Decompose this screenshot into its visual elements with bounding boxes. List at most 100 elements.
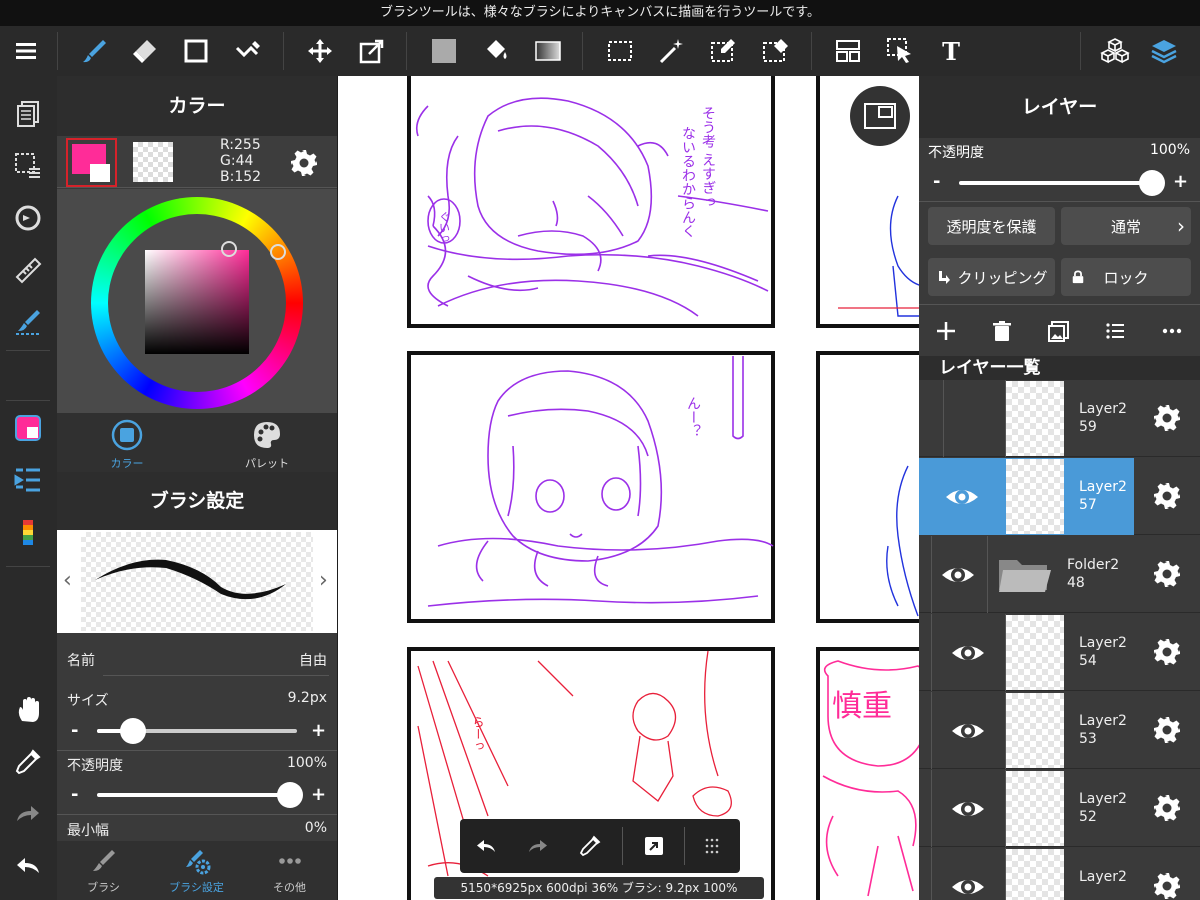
eye-icon[interactable] [943, 478, 981, 516]
hue-wheel[interactable] [91, 197, 303, 409]
3d-material-icon[interactable] [1095, 31, 1135, 71]
layer-opacity-minus[interactable]: - [933, 171, 940, 192]
more-options-icon[interactable] [1152, 313, 1192, 349]
bucket-tool-icon[interactable] [476, 31, 516, 71]
color-wheel-area[interactable] [57, 189, 337, 413]
brush-size-label: サイズ [67, 693, 109, 709]
layer-row-selected[interactable]: Layer2 57 [919, 458, 1200, 535]
svg-text:T: T [942, 37, 960, 66]
layer-row[interactable]: Layer2 [919, 848, 1200, 900]
blend-mode-button[interactable]: 通常 › [1061, 207, 1191, 245]
chevron-right-icon[interactable]: › [319, 568, 328, 593]
size-minus-button[interactable]: - [71, 720, 78, 741]
saturation-value-square[interactable] [145, 250, 249, 354]
eye-icon[interactable] [939, 556, 977, 594]
brush-list-icon[interactable] [8, 460, 48, 500]
select-eraser-icon[interactable] [756, 31, 796, 71]
opacity-plus-button[interactable]: + [311, 784, 326, 805]
size-plus-button[interactable]: + [311, 720, 326, 741]
brush-snap-icon[interactable] [8, 302, 48, 342]
palette-strip-icon[interactable] [8, 512, 48, 552]
size-slider-knob[interactable] [120, 718, 146, 744]
rectangle-tool-icon[interactable] [176, 31, 216, 71]
delete-layer-icon[interactable] [982, 313, 1022, 349]
layer-row[interactable]: Layer2 59 [919, 380, 1200, 457]
tab-other[interactable]: その他 [243, 841, 336, 900]
eyedropper-icon[interactable] [570, 826, 610, 866]
tab-palette[interactable]: パレット [197, 413, 337, 472]
layer-opacity-knob[interactable] [1139, 170, 1165, 196]
eyedropper-icon[interactable] [8, 742, 48, 782]
hue-handle[interactable] [270, 244, 286, 260]
add-layer-icon[interactable] [926, 313, 966, 349]
tab-brush-settings-label: ブラシ設定 [169, 881, 224, 894]
transparent-color-swatch[interactable] [133, 142, 173, 182]
navigator-button[interactable] [850, 86, 910, 146]
grid-dots-icon[interactable] [692, 826, 732, 866]
eye-icon[interactable] [949, 790, 987, 828]
tab-brush-settings[interactable]: ブラシ設定 [150, 841, 243, 900]
eraser-tool-icon[interactable] [125, 31, 165, 71]
operation-tool-icon[interactable] [880, 31, 920, 71]
undo-icon[interactable] [466, 826, 506, 866]
layers-icon[interactable] [1144, 31, 1184, 71]
menu-icon[interactable] [6, 31, 46, 71]
select-tool-icon[interactable] [600, 31, 640, 71]
layer-list-icon[interactable] [1095, 313, 1135, 349]
eye-icon[interactable] [949, 634, 987, 672]
drawing-canvas[interactable]: そう考 えすぎっ ないるわからんく ぐいっ んー？ らーっ 慎重 5150*69… [338, 76, 919, 900]
add-image-layer-icon[interactable] [1039, 313, 1079, 349]
redo-icon[interactable] [8, 794, 48, 834]
ruler-icon[interactable] [8, 250, 48, 290]
text-tool-icon[interactable]: T [931, 31, 971, 71]
pages-icon[interactable] [8, 94, 48, 134]
tab-brush[interactable]: ブラシ [57, 841, 150, 900]
opacity-slider-knob[interactable] [277, 782, 303, 808]
move-tool-icon[interactable] [300, 31, 340, 71]
brush-tool-icon[interactable] [74, 31, 114, 71]
eye-icon[interactable] [949, 868, 987, 900]
layer-row[interactable]: Layer2 54 [919, 614, 1200, 691]
gear-icon[interactable] [1150, 479, 1184, 513]
opacity-minus-button[interactable]: - [71, 784, 78, 805]
gear-icon[interactable] [1150, 635, 1184, 669]
layer-opacity-slider[interactable] [959, 170, 1165, 196]
gear-icon[interactable] [1150, 791, 1184, 825]
select-pen-icon[interactable] [704, 31, 744, 71]
tab-color[interactable]: カラー [57, 413, 197, 472]
magic-wand-icon[interactable] [652, 31, 692, 71]
redo-icon[interactable] [518, 826, 558, 866]
line-tool-icon[interactable] [228, 31, 268, 71]
opacity-slider[interactable] [97, 782, 303, 808]
lock-button[interactable]: ロック [1061, 258, 1191, 296]
rotate-canvas-icon[interactable] [8, 198, 48, 238]
layer-row[interactable]: Layer2 52 [919, 770, 1200, 847]
chevron-left-icon[interactable]: ‹ [63, 568, 72, 593]
frame-divider-icon[interactable] [828, 31, 868, 71]
clipping-button[interactable]: クリッピング [928, 258, 1055, 296]
undo-icon[interactable] [8, 846, 48, 886]
gear-icon[interactable] [1150, 401, 1184, 435]
folder-row[interactable]: Folder2 48 [919, 536, 1200, 613]
color-panel-toggle-icon[interactable] [8, 408, 48, 448]
eye-icon[interactable] [949, 712, 987, 750]
gear-icon[interactable] [1150, 869, 1184, 900]
gear-icon[interactable] [287, 146, 321, 180]
share-icon[interactable] [634, 826, 674, 866]
size-slider[interactable] [97, 718, 297, 744]
green-value: G:44 [220, 153, 254, 169]
gear-icon[interactable] [1150, 557, 1184, 591]
current-color-swatch[interactable] [66, 138, 117, 187]
layer-name: Layer2 [1079, 869, 1127, 885]
sv-handle[interactable] [221, 241, 237, 257]
tool-hint-bar: ブラシツールは、様々なブラシによりキャンバスに描画を行うツールです。 [0, 0, 1200, 26]
layer-opacity-plus[interactable]: + [1173, 171, 1188, 192]
gradient-tool-icon[interactable] [528, 31, 568, 71]
selection-menu-icon[interactable] [8, 146, 48, 186]
hand-tool-icon[interactable] [8, 690, 48, 730]
transform-tool-icon[interactable] [352, 31, 392, 71]
layer-row[interactable]: Layer2 53 [919, 692, 1200, 769]
protect-alpha-button[interactable]: 透明度を保護 [928, 207, 1055, 245]
gear-icon[interactable] [1150, 713, 1184, 747]
fill-color-icon[interactable] [424, 31, 464, 71]
